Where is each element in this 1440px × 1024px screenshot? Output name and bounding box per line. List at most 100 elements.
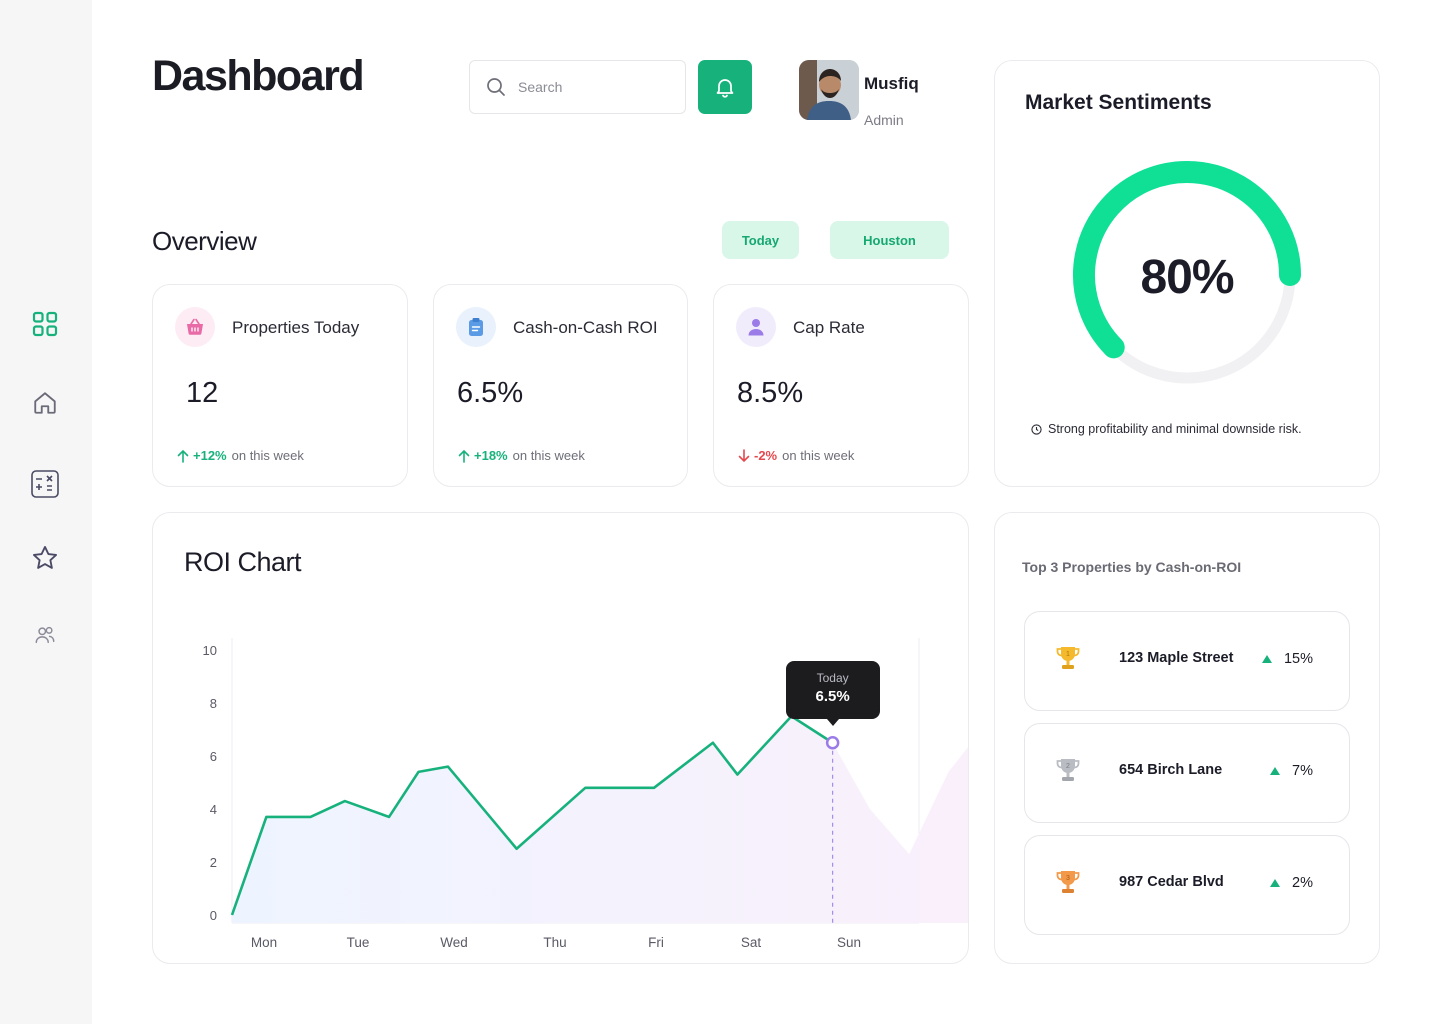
stat-card-cap-rate: Cap Rate 8.5% -2% on this week: [713, 284, 969, 487]
nav-dashboard[interactable]: [30, 309, 60, 339]
stat-change: -2% on this week: [738, 448, 854, 463]
notifications-button[interactable]: [698, 60, 752, 114]
y-tick-label: 0: [210, 908, 217, 923]
star-icon: [32, 545, 58, 569]
trophy-gold-icon: 1: [1056, 647, 1080, 669]
stat-card-roi: Cash-on-Cash ROI 6.5% +18% on this week: [433, 284, 688, 487]
basket-icon: [187, 318, 203, 335]
nav-favorites[interactable]: [30, 543, 60, 573]
sentiment-note-text: Strong profitability and minimal downsid…: [1048, 422, 1302, 436]
x-tick-label: Mon: [251, 935, 277, 950]
arrow-up-icon: [177, 449, 189, 463]
triangle-up-icon: [1270, 767, 1281, 775]
property-change-value: 7%: [1292, 763, 1313, 779]
property-change-value: 15%: [1283, 651, 1313, 667]
avatar[interactable]: [799, 60, 859, 120]
person-icon: [748, 319, 764, 336]
bell-icon: [716, 79, 734, 98]
users-icon: [35, 626, 55, 644]
trophy-rank: 1: [1066, 651, 1070, 658]
trophy-bronze-icon: 3: [1056, 871, 1080, 893]
y-tick-label: 6: [210, 749, 217, 764]
roi-chart: 0 2 4 6 8 10 Mon Tue Wed Thu Fri Sat Sun: [203, 638, 968, 950]
property-name: 123 Maple Street: [1119, 650, 1234, 666]
market-sentiments-title: Market Sentiments: [1025, 91, 1212, 114]
stat-value: 6.5%: [457, 377, 524, 409]
stat-change-value: +18%: [474, 448, 508, 463]
stat-change-suffix: on this week: [512, 448, 585, 463]
nav-calculator[interactable]: [30, 469, 60, 499]
stat-label: Properties Today: [232, 318, 360, 337]
tooltip-value: 6.5%: [815, 687, 850, 705]
trophy-rank: 3: [1066, 875, 1070, 882]
stat-label: Cap Rate: [793, 318, 865, 337]
user-role: Admin: [864, 112, 904, 128]
user-name: Musfiq: [864, 74, 919, 93]
period-filter[interactable]: Today: [722, 221, 799, 259]
y-tick-label: 4: [210, 802, 217, 817]
nav-users[interactable]: [30, 620, 60, 650]
y-tick-label: 2: [210, 855, 217, 870]
search-icon: [487, 78, 505, 96]
gauge-value: 80%: [1140, 251, 1233, 304]
stat-change-value: +12%: [193, 448, 227, 463]
property-name: 654 Birch Lane: [1119, 762, 1223, 778]
search-input[interactable]: [518, 79, 668, 95]
stat-change: +12% on this week: [177, 448, 304, 463]
arrow-down-icon: [738, 448, 750, 462]
stat-label: Cash-on-Cash ROI: [513, 318, 658, 337]
arrow-up-icon: [458, 449, 470, 463]
property-row[interactable]: 3 987 Cedar Blvd 2%: [1024, 835, 1350, 935]
property-change: 15%: [1261, 651, 1313, 667]
property-row[interactable]: 1 123 Maple Street 15%: [1024, 611, 1350, 711]
x-tick-label: Fri: [648, 935, 664, 950]
page-title: Dashboard: [152, 52, 365, 100]
stat-change-suffix: on this week: [231, 448, 304, 463]
top-properties-title: Top 3 Properties by Cash-on-ROI: [1022, 559, 1242, 575]
stat-icon-wrap: [175, 307, 215, 347]
chart-tooltip: Today 6.5%: [785, 660, 880, 726]
overview-title: Overview: [152, 226, 257, 256]
x-tick-label: Sun: [837, 935, 861, 950]
avatar-image: [799, 60, 859, 120]
stat-value: 12: [186, 377, 219, 409]
property-change: 2%: [1270, 875, 1313, 891]
trophy-rank: 2: [1066, 763, 1070, 770]
chart-area: [232, 716, 968, 923]
stat-card-properties: Properties Today 12 +12% on this week: [152, 284, 408, 487]
y-tick-label: 10: [203, 643, 217, 658]
x-tick-label: Thu: [543, 935, 566, 950]
triangle-up-icon: [1270, 879, 1281, 887]
property-row[interactable]: 2 654 Birch Lane 7%: [1024, 723, 1350, 823]
property-change-value: 2%: [1292, 875, 1313, 891]
clipboard-icon: [469, 318, 483, 336]
nav-home[interactable]: [30, 388, 60, 418]
highlight-point: [825, 736, 840, 750]
tooltip-pointer: [826, 718, 839, 726]
market-sentiments-card: Market Sentiments 80% Strong profitabili…: [994, 60, 1380, 487]
property-change: 7%: [1270, 763, 1313, 779]
stat-change-value: -2%: [754, 448, 778, 463]
trophy-silver-icon: 2: [1056, 759, 1080, 781]
x-tick-label: Sat: [741, 935, 762, 950]
sidebar: [0, 0, 92, 1024]
home-icon: [34, 392, 56, 414]
grid-icon: [32, 311, 58, 337]
stat-icon-wrap: [456, 307, 496, 347]
clock-icon: [1031, 423, 1042, 435]
stat-change: +18% on this week: [458, 448, 585, 463]
sentiment-gauge: 80%: [1073, 161, 1301, 384]
stat-icon-wrap: [736, 307, 776, 347]
tooltip-label: Today: [816, 670, 849, 685]
x-tick-label: Wed: [440, 935, 468, 950]
stat-change-suffix: on this week: [782, 448, 855, 463]
calculator-icon: [31, 470, 59, 498]
stat-value: 8.5%: [737, 377, 804, 409]
location-filter[interactable]: Houston: [830, 221, 949, 259]
search-box[interactable]: [469, 60, 686, 114]
x-tick-label: Tue: [347, 935, 370, 950]
property-name: 987 Cedar Blvd: [1119, 874, 1224, 890]
triangle-up-icon: [1261, 655, 1272, 663]
sentiment-note: Strong profitability and minimal downsid…: [1031, 422, 1302, 436]
y-tick-label: 8: [210, 696, 217, 711]
